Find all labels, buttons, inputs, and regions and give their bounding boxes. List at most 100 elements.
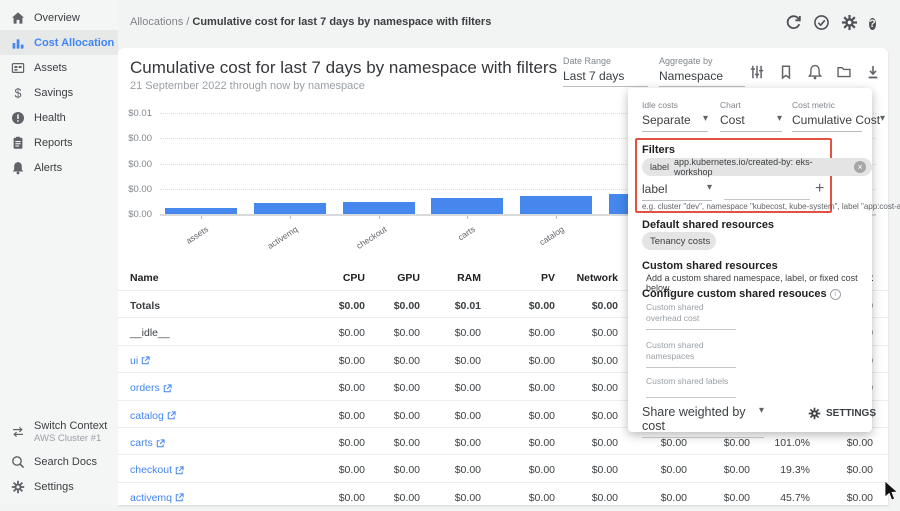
aggregate-by-label: Aggregate by (659, 56, 745, 66)
table-cell: $0.00 (592, 437, 618, 449)
custom-overhead-input[interactable] (646, 329, 736, 330)
name-cell[interactable]: activemq (130, 492, 184, 504)
table-cell: $0.00 (339, 355, 365, 367)
tune-icon[interactable] (749, 64, 765, 80)
idle-costs-label: Idle costs (642, 100, 708, 110)
sidebar-item-reports[interactable]: Reports (0, 130, 118, 155)
home-icon (11, 11, 25, 25)
cost-metric-label: Cost metric (792, 100, 862, 110)
namespace-link-activemq[interactable]: activemq (130, 492, 184, 504)
filter-chip-type: label (650, 162, 669, 172)
date-range-value[interactable]: Last 7 days (563, 69, 648, 87)
sidebar-item-alerts[interactable]: Alerts (0, 155, 118, 180)
filter-chip-text: app.kubernetes.io/created-by: eks-worksh… (674, 157, 849, 177)
table-cell: $0.00 (661, 492, 687, 504)
folder-icon[interactable] (836, 64, 852, 80)
namespace-link-orders[interactable]: orders (130, 382, 172, 394)
x-axis-tick (556, 216, 557, 219)
sidebar-footer-settings[interactable]: Settings (0, 480, 118, 494)
table-cell: $0.00 (455, 355, 481, 367)
date-range-select[interactable]: Date Range Last 7 days (563, 56, 648, 87)
name-cell[interactable]: checkout (130, 464, 184, 476)
sidebar-item-health[interactable]: Health (0, 105, 118, 130)
sidebar-item-savings[interactable]: $Savings (0, 80, 118, 105)
custom-labels-field[interactable]: Custom shared labels (646, 376, 756, 398)
table-cell: $0.00 (455, 410, 481, 422)
refresh-icon[interactable] (785, 14, 802, 31)
column-header-pv[interactable]: PV (541, 272, 555, 284)
sidebar-footer-switch-context[interactable]: Switch ContextAWS Cluster #1 (0, 420, 118, 444)
download-icon[interactable] (865, 64, 881, 80)
aggregate-by-value[interactable]: Namespace (659, 69, 745, 87)
check-circle-icon[interactable] (813, 14, 830, 31)
sidebar-item-assets[interactable]: Assets (0, 55, 118, 80)
chevron-down-icon: ▾ (880, 113, 885, 127)
bar-activemq (254, 203, 326, 214)
add-filter-button[interactable]: + (815, 180, 824, 198)
column-header-ram[interactable]: RAM (457, 272, 481, 284)
filter-value-input[interactable] (724, 185, 810, 200)
share-weighted-value[interactable]: Share weighted by cost (642, 405, 759, 433)
bookmark-icon[interactable] (778, 64, 794, 80)
column-header-cpu[interactable]: CPU (343, 272, 365, 284)
bar-catalog (520, 196, 592, 214)
share-weighted-select[interactable]: Share weighted by cost▾ (642, 405, 764, 438)
filter-chip[interactable]: label app.kubernetes.io/created-by: eks-… (642, 158, 872, 176)
tenancy-costs-chip[interactable]: Tenancy costs (642, 232, 716, 250)
bell-icon[interactable] (807, 64, 823, 80)
custom-labels-input[interactable] (646, 397, 736, 398)
filter-type-value[interactable]: label (642, 182, 667, 196)
name-cell[interactable]: carts (130, 437, 165, 449)
report-toolbar (749, 64, 881, 80)
breadcrumb-allocations-link[interactable]: Allocations (130, 16, 183, 28)
gear-icon[interactable] (841, 14, 858, 31)
aggregate-by-select[interactable]: Aggregate by Namespace (659, 56, 745, 87)
namespace-link-carts[interactable]: carts (130, 437, 165, 449)
filter-type-select[interactable]: label▾ (642, 182, 712, 201)
chevron-down-icon: ▾ (759, 405, 764, 433)
table-cell: $0.00 (592, 492, 618, 504)
namespace-link-ui[interactable]: ui (130, 355, 150, 367)
table-cell: $0.00 (724, 492, 750, 504)
chevron-down-icon: ▾ (777, 113, 782, 127)
sidebar-item-overview[interactable]: Overview (0, 5, 118, 30)
sidebar-item-cost-allocation[interactable]: Cost Allocation (0, 30, 118, 55)
chart-type-select[interactable]: Chart Cost ▾ (720, 100, 782, 132)
name-cell[interactable]: orders (130, 382, 172, 394)
sidebar-footer-search-docs[interactable]: Search Docs (0, 455, 118, 469)
sidebar-item-label: Cost Allocation (34, 37, 114, 49)
table-cell: $0.00 (529, 410, 555, 422)
table-cell: $0.00 (661, 437, 687, 449)
remove-filter-icon[interactable]: × (854, 161, 866, 173)
kubecost-app: Allocations / Cumulative cost for last 7… (0, 0, 900, 505)
help-icon[interactable]: ? (869, 14, 886, 31)
gear-icon (11, 480, 25, 494)
column-header-network[interactable]: Network (577, 272, 618, 284)
breadcrumb-page-title: Cumulative cost for last 7 days by names… (192, 16, 491, 28)
column-header-name[interactable]: Name (130, 272, 159, 284)
idle-costs-value[interactable]: Separate (642, 113, 691, 127)
namespace-link-checkout[interactable]: checkout (130, 464, 184, 476)
table-cell: $0.00 (529, 382, 555, 394)
breadcrumb: Allocations / Cumulative cost for last 7… (130, 16, 491, 28)
table-cell: $0.00 (724, 437, 750, 449)
custom-namespaces-input[interactable] (646, 367, 736, 368)
column-header-gpu[interactable]: GPU (397, 272, 420, 284)
name-cell[interactable]: ui (130, 355, 150, 367)
cost-metric-select[interactable]: Cost metric Cumulative Cost▾ (792, 100, 862, 132)
idle-costs-select[interactable]: Idle costs Separate▾ (642, 100, 708, 132)
cost-metric-value[interactable]: Cumulative Cost (792, 113, 880, 127)
table-cell: $0.00 (455, 492, 481, 504)
external-link-icon (156, 439, 165, 448)
settings-button[interactable]: SETTINGS (808, 407, 876, 420)
name-cell[interactable]: catalog (130, 410, 176, 422)
namespace-link-catalog[interactable]: catalog (130, 410, 176, 422)
custom-namespaces-field[interactable]: Custom shared namespaces (646, 340, 724, 368)
alerts-icon (11, 161, 25, 175)
custom-overhead-field[interactable]: Custom shared overhead cost (646, 302, 724, 330)
chart-type-label: Chart (720, 100, 782, 110)
table-cell: $0.00 (847, 464, 873, 476)
chart-type-value[interactable]: Cost (720, 113, 745, 127)
external-link-icon (175, 493, 184, 502)
info-icon[interactable]: i (830, 289, 841, 300)
